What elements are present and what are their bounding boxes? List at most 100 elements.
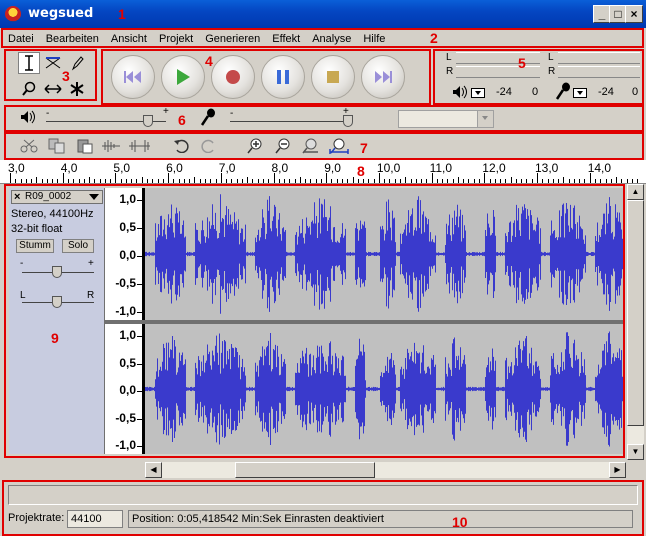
menu-ansicht[interactable]: Ansicht [111, 33, 147, 45]
zoom-tool-button[interactable] [18, 78, 40, 100]
close-button[interactable]: × [625, 5, 643, 23]
vertical-ruler-right: 1,0 0,5 0,0 -0,5 -1,0 [105, 324, 143, 454]
scroll-down-button[interactable]: ▼ [627, 444, 644, 460]
ruler-tick [220, 173, 222, 183]
cut-button[interactable] [18, 136, 40, 156]
ruler-tick [500, 179, 502, 183]
zoom-in-button[interactable] [244, 136, 266, 156]
vruler-label: -0,5 [115, 276, 136, 290]
menu-datei[interactable]: Datei [8, 33, 34, 45]
ruler-tick [594, 179, 596, 183]
paste-icon [77, 139, 93, 154]
input-source-select[interactable] [398, 110, 494, 128]
ruler-tick [305, 179, 307, 183]
waveform-channel-left[interactable] [145, 188, 625, 320]
ruler-tick [73, 179, 75, 183]
silence-button[interactable] [128, 136, 150, 156]
mute-button[interactable]: Stumm [16, 239, 54, 253]
fit-selection-icon [302, 138, 318, 154]
scroll-left-button[interactable]: ◀ [145, 462, 162, 478]
menu-analyse[interactable]: Analyse [312, 33, 351, 45]
menu-bearbeiten[interactable]: Bearbeiten [46, 33, 99, 45]
timeline-ruler[interactable]: 3,0 4,0 5,0 6,0 7,0 8,0 9,0 10,0 11,0 12,0 13,0 14,… [0, 160, 646, 184]
ruler-tick [352, 177, 354, 183]
ruler-tick [563, 177, 565, 183]
fit-selection-button[interactable] [300, 136, 322, 156]
scroll-right-button[interactable]: ▶ [609, 462, 626, 478]
magnifier-icon [22, 81, 36, 96]
waveform-right [145, 331, 625, 447]
ruler-tick-label: 11,0 [429, 161, 453, 175]
play-icon [177, 69, 190, 85]
envelope-tool-button[interactable] [42, 52, 64, 74]
input-meter-left [558, 52, 640, 64]
ruler-tick [447, 179, 449, 183]
waveform-channel-right[interactable] [145, 324, 625, 454]
ruler-tick [505, 179, 507, 183]
record-button[interactable] [211, 55, 255, 99]
position-status: Position: 0:05,418542 Min:Sek Einrasten … [128, 510, 633, 528]
fit-project-button[interactable] [328, 136, 350, 156]
menu-generieren[interactable]: Generieren [205, 33, 260, 45]
stop-button[interactable] [311, 55, 355, 99]
ruler-tick [515, 179, 517, 183]
track-bitdepth: 32-bit float [11, 223, 63, 235]
ruler-tick [510, 177, 512, 183]
undo-icon [174, 139, 189, 153]
vertical-scrollbar[interactable]: ▲ ▼ [627, 184, 644, 460]
pan-slider[interactable] [52, 296, 62, 308]
envelope-icon [45, 57, 61, 69]
gain-slider[interactable] [52, 266, 62, 278]
ruler-tick [479, 179, 481, 183]
gain-min-label: - [20, 258, 24, 269]
vruler-label: 1,0 [119, 328, 136, 342]
ruler-tick [410, 179, 412, 183]
solo-button[interactable]: Solo [62, 239, 94, 253]
annotation-number-2: 2 [430, 30, 438, 46]
output-meter-dropdown[interactable] [471, 88, 485, 98]
menu-hilfe[interactable]: Hilfe [363, 33, 385, 45]
track-close-icon[interactable]: × [14, 191, 20, 203]
vruler-label: 0,0 [119, 383, 136, 397]
ruler-tick [579, 179, 581, 183]
ruler-tick [110, 179, 112, 183]
ruler-tick [215, 179, 217, 183]
ruler-tick [494, 179, 496, 183]
paste-button[interactable] [74, 136, 96, 156]
play-button[interactable] [161, 55, 205, 99]
vruler-tick [137, 284, 142, 285]
selection-tool-button[interactable] [18, 52, 40, 74]
ruler-tick [236, 179, 238, 183]
input-volume-slider[interactable] [343, 115, 353, 127]
ruler-tick [600, 179, 602, 183]
scroll-up-button[interactable]: ▲ [627, 184, 644, 200]
pause-button[interactable] [261, 55, 305, 99]
skip-end-button[interactable] [361, 55, 405, 99]
output-volume-slider[interactable] [143, 115, 153, 127]
redo-button[interactable] [198, 136, 220, 156]
undo-button[interactable] [170, 136, 192, 156]
input-source-dropdown-arrow[interactable] [477, 111, 493, 127]
timeshift-tool-button[interactable] [42, 78, 64, 100]
output-meter-right-label: R [446, 66, 454, 77]
skip-start-button[interactable] [111, 55, 155, 99]
vertical-scroll-thumb[interactable] [627, 200, 644, 426]
copy-button[interactable] [46, 136, 68, 156]
ruler-tick [631, 179, 633, 183]
horizontal-scroll-thumb[interactable] [235, 462, 375, 478]
ruler-tick [373, 179, 375, 183]
menu-effekt[interactable]: Effekt [272, 33, 300, 45]
input-meter-dropdown[interactable] [573, 88, 587, 98]
project-rate-input[interactable]: 44100 [67, 510, 123, 528]
menu-projekt[interactable]: Projekt [159, 33, 193, 45]
ruler-tick [558, 179, 560, 183]
track-name-dropdown[interactable]: × R09_0002 [11, 190, 103, 204]
stop-icon [327, 71, 339, 83]
ruler-tick [25, 179, 27, 183]
ruler-tick [489, 179, 491, 183]
horizontal-scrollbar[interactable]: ◀ ▶ [145, 462, 626, 478]
ruler-tick [89, 177, 91, 183]
trim-button[interactable] [100, 136, 122, 156]
zoom-out-button[interactable] [272, 136, 294, 156]
ruler-tick [125, 179, 127, 183]
